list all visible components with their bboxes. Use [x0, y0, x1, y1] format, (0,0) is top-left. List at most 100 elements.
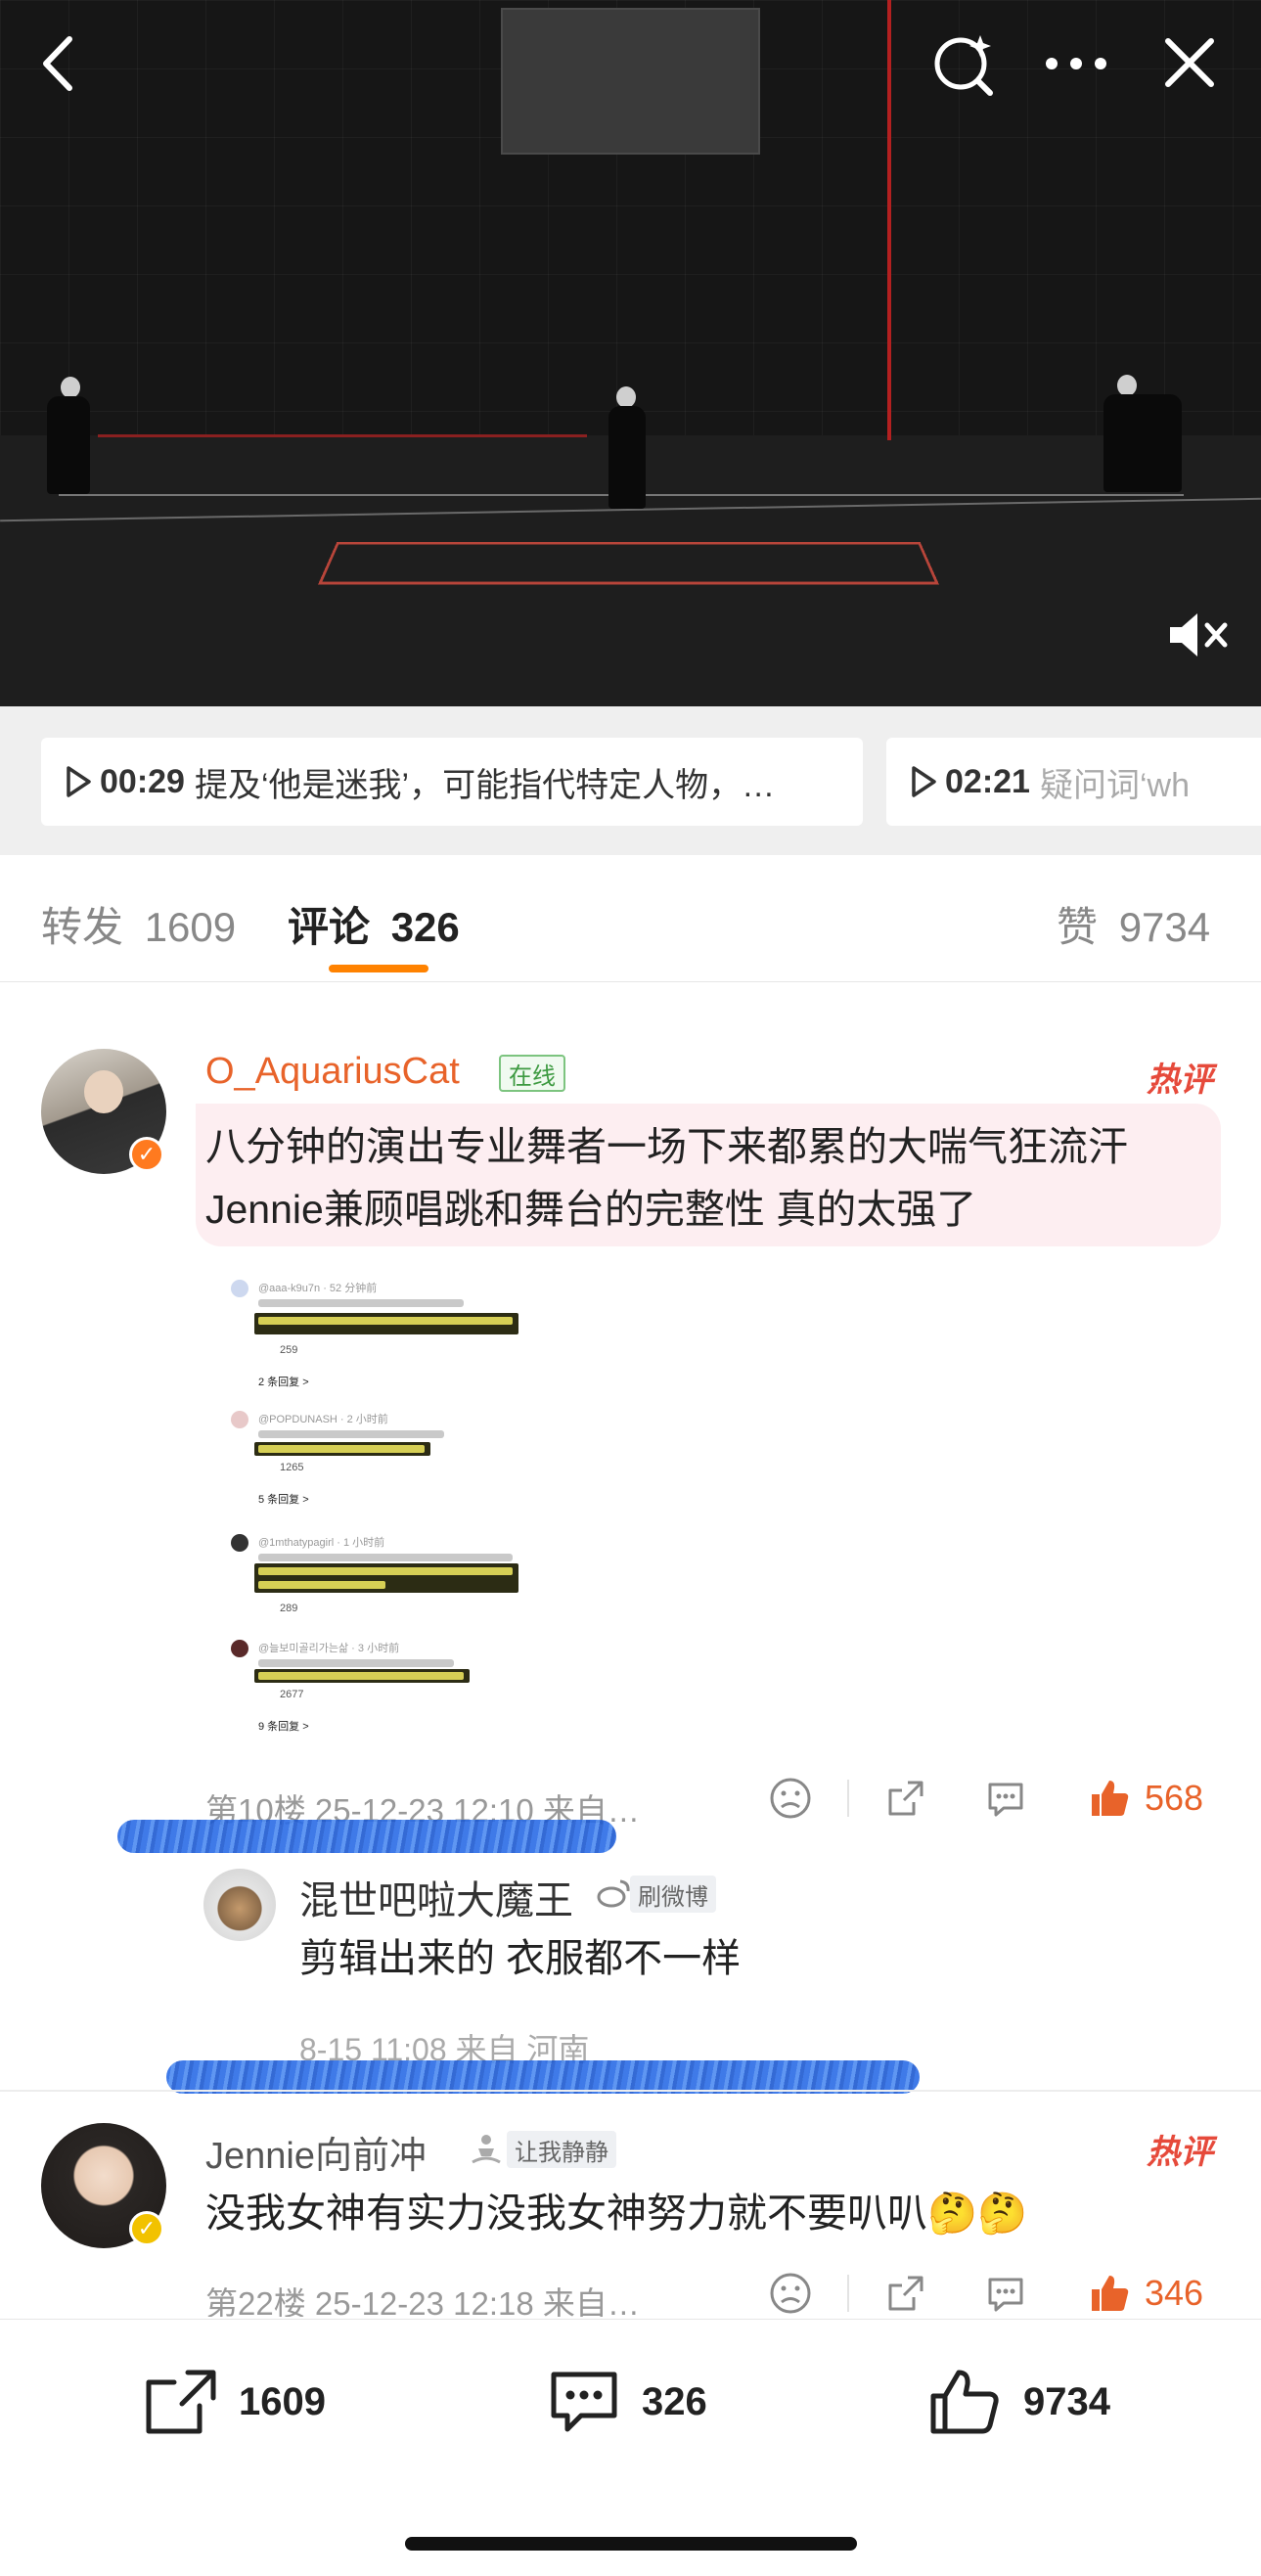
comment-button[interactable]: 326 — [546, 2367, 707, 2437]
image-caption-text — [258, 1581, 385, 1589]
chapter-chip[interactable]: 00:29 提及‘他是迷我’，可能指代特定人物，… — [41, 738, 863, 826]
share-button[interactable] — [884, 2272, 927, 2315]
repost-count: 1609 — [239, 2379, 326, 2423]
repost-button[interactable]: 1609 — [143, 2367, 326, 2437]
tab-likes-count: 9734 — [1118, 904, 1211, 950]
home-indicator[interactable] — [405, 2537, 857, 2551]
repost-icon — [146, 2370, 216, 2434]
image-entry-user: @aaa-k9u7n · 52 分钟前 — [258, 1283, 378, 1294]
video-person — [1103, 394, 1182, 492]
chapter-chip[interactable]: 02:21 疑问词‘wh — [886, 738, 1261, 826]
image-caption-text — [258, 1672, 464, 1680]
comment-text: 没我女神有实力没我女神努力就不要叭叭🤔🤔 — [205, 2191, 1028, 2236]
video-person-head — [1117, 375, 1137, 396]
like-button[interactable] — [1088, 1777, 1131, 1820]
hot-comment-badge: 热评 — [1147, 2134, 1213, 2171]
like-count: 568 — [1145, 1778, 1204, 1818]
volume-mute-icon — [1170, 613, 1228, 656]
mute-button[interactable] — [1164, 607, 1233, 663]
reply-button[interactable] — [984, 2272, 1027, 2315]
image-line — [258, 1659, 454, 1667]
share-button[interactable] — [884, 1777, 927, 1820]
dislike-button[interactable] — [769, 1777, 812, 1820]
sparkle-search-icon — [934, 35, 993, 96]
close-icon — [1165, 38, 1214, 87]
like-post-button[interactable]: 9734 — [927, 2367, 1110, 2437]
action-divider — [847, 1780, 849, 1817]
verified-badge-icon: ✓ — [129, 2211, 164, 2246]
tab-repost-count: 1609 — [144, 904, 237, 950]
comment-text: 八分钟的演出专业舞者一场下来都累的大喘气狂流汗 Jennie兼顾唱跳和舞台的完整… — [205, 1124, 1128, 1232]
frown-icon — [770, 2273, 811, 2314]
image-line — [258, 1299, 464, 1307]
like-count: 9734 — [1023, 2379, 1110, 2423]
image-avatar-icon — [231, 1411, 248, 1428]
image-entry-replies: 5 条回复 > — [258, 1494, 309, 1506]
image-entry-likes: 259 — [280, 1344, 298, 1356]
weibo-client-icon — [597, 1878, 632, 1913]
tab-repost[interactable]: 转发 1609 — [41, 894, 236, 954]
share-icon — [888, 2276, 923, 2311]
like-button[interactable] — [1088, 2272, 1131, 2315]
play-icon — [67, 766, 91, 797]
video-red-rail — [98, 434, 587, 437]
comment-image[interactable]: @aaa-k9u7n · 52 分钟前 259 2 条回复 > @POPDUNA… — [219, 1274, 562, 1745]
comment-username[interactable]: O_AquariusCat — [205, 1051, 460, 1093]
thumbs-up-icon — [1092, 1781, 1129, 1816]
share-icon — [888, 1781, 923, 1816]
image-entry-likes: 1265 — [280, 1462, 304, 1473]
comment-actions: 346 — [769, 2272, 1203, 2315]
frown-icon — [770, 1778, 811, 1819]
chapter-time: 00:29 — [100, 762, 185, 800]
tab-likes[interactable]: 赞 9734 — [1057, 894, 1210, 954]
video-red-pole — [887, 0, 891, 440]
comment-bubble-icon — [551, 2372, 617, 2432]
play-icon — [912, 766, 936, 797]
thumbs-up-icon — [930, 2370, 999, 2434]
bottom-action-bar: 1609 326 9734 — [0, 2319, 1261, 2576]
image-entry-user: @POPDUNASH · 2 小时前 — [258, 1414, 388, 1425]
chapter-list: 00:29 提及‘他是迷我’，可能指代特定人物，… 02:21 疑问词‘wh — [0, 706, 1261, 855]
more-button[interactable] — [1041, 39, 1111, 88]
image-line — [258, 1554, 513, 1561]
chevron-left-icon — [43, 36, 72, 91]
comment-actions: 568 — [769, 1777, 1203, 1820]
image-line — [258, 1430, 444, 1438]
client-source-tag: 刷微博 — [630, 1876, 716, 1913]
back-button[interactable] — [27, 29, 86, 98]
tab-likes-label: 赞 — [1057, 904, 1099, 950]
close-button[interactable] — [1160, 33, 1219, 92]
redaction-scribble — [166, 2060, 920, 2094]
comment-bubble-icon — [988, 2278, 1023, 2312]
image-caption-text — [258, 1445, 425, 1453]
tab-comments[interactable]: 评论 326 — [288, 894, 460, 954]
reply-button[interactable] — [984, 1777, 1027, 1820]
reply-username[interactable]: 混世吧啦大魔王 — [299, 1869, 573, 1925]
chapter-time: 02:21 — [945, 762, 1030, 800]
reply-text: 剪辑出来的 衣服都不一样 — [299, 1937, 742, 1980]
dislike-button[interactable] — [769, 2272, 812, 2315]
video-person-head — [61, 377, 80, 398]
meditate-icon — [470, 2133, 503, 2171]
video-player[interactable] — [0, 0, 1261, 706]
chapter-text: 疑问词‘wh — [1039, 766, 1190, 804]
comment-username[interactable]: Jennie向前冲 — [205, 2125, 427, 2179]
image-comment-entry: @aaa-k9u7n · 52 分钟前 259 2 条回复 > — [219, 1274, 562, 1391]
online-status-tag: 在线 — [499, 1055, 565, 1092]
tab-comments-label: 评论 — [288, 904, 371, 950]
image-avatar-icon — [231, 1280, 248, 1297]
redaction-scribble — [117, 1820, 616, 1853]
image-entry-user: @1mthatypagirl · 1 小时前 — [258, 1537, 385, 1549]
tab-comments-count: 326 — [390, 904, 460, 950]
chapter-text: 提及‘他是迷我’，可能指代特定人物，… — [194, 766, 776, 804]
video-person-head — [616, 386, 636, 408]
sparkle-search-button[interactable] — [929, 29, 998, 98]
image-entry-replies: 2 条回复 > — [258, 1377, 309, 1388]
image-entry-user: @늘보미골리가는삶 · 3 小时前 — [258, 1643, 400, 1654]
reply-avatar[interactable] — [203, 1869, 276, 1941]
image-avatar-icon — [231, 1534, 248, 1552]
like-count: 346 — [1145, 2273, 1204, 2313]
image-comment-entry: @1mthatypagirl · 1 小时前 289 — [219, 1532, 562, 1630]
video-stage-marking — [318, 542, 939, 585]
image-entry-likes: 289 — [280, 1603, 298, 1614]
